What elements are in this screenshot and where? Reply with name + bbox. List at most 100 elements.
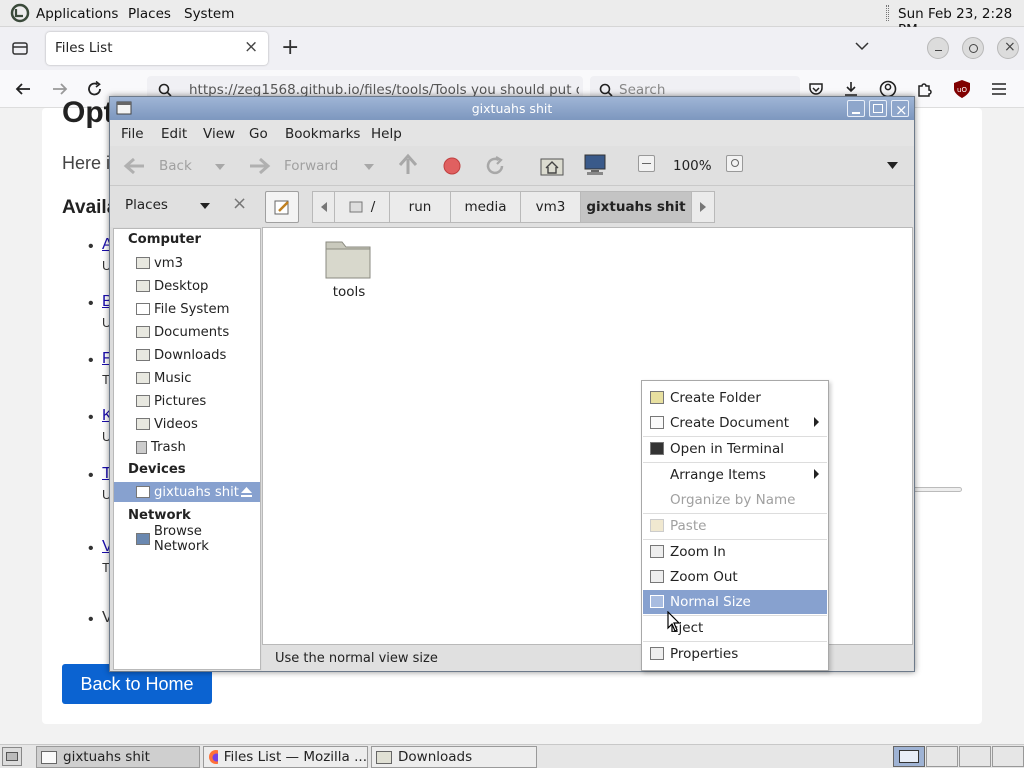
path-crumb-current[interactable]: gixtuahs shit [580,191,692,223]
menu-edit[interactable]: Edit [161,126,187,142]
task-file-manager[interactable]: gixtuahs shit [36,746,200,768]
hamburger-menu-icon[interactable] [991,82,1007,96]
pictures-folder-icon [136,395,150,407]
menu-file[interactable]: File [121,126,144,142]
places-menu[interactable]: Places [128,6,171,22]
up-arrow-icon[interactable] [397,153,419,177]
eject-icon[interactable] [241,487,252,497]
back-history-dropdown-icon[interactable] [215,164,225,170]
browser-tab[interactable]: Files List × [46,32,268,65]
menu-item-label: Create Folder [670,390,761,406]
path-left-arrow-icon [320,202,327,212]
task-firefox[interactable]: Files List — Mozilla ... [203,746,368,768]
zoom-in-button[interactable] [726,155,743,172]
computer-icon[interactable] [583,153,607,177]
sidebar-header-computer: Computer [128,232,202,247]
sidebar-item-device[interactable]: gixtuahs shit [114,482,260,502]
sidebar-item-trash[interactable]: Trash [136,437,260,457]
path-crumb-run[interactable]: run [389,191,451,223]
menu-item-zoom-out[interactable]: Zoom Out [643,565,827,589]
fm-maximize-button[interactable] [869,100,887,117]
sidebar-item-downloads[interactable]: Downloads [136,345,260,365]
sidebar-item-label: Trash [151,439,186,455]
sidebar-item-music[interactable]: Music [136,368,260,388]
back-arrow-icon[interactable] [14,81,32,97]
applications-menu[interactable]: Applications [36,6,118,22]
fm-minimize-button[interactable] [847,100,865,117]
new-tab-icon[interactable]: + [281,35,299,60]
mouse-pointer-icon [667,611,681,632]
close-window-button[interactable]: × [997,37,1019,59]
sidebar-item-file-system[interactable]: File System [136,299,260,319]
toolbar-overflow-icon[interactable] [887,162,898,169]
zoom-out-button[interactable] [638,155,655,172]
sidebar-item-vm3[interactable]: vm3 [136,253,260,273]
page-intro: Here i [62,153,111,173]
home-folder-icon[interactable] [540,154,564,176]
menu-item-label: Paste [670,518,707,534]
minimize-button[interactable] [927,37,949,59]
forward-history-dropdown-icon[interactable] [364,164,374,170]
tab-overview-icon[interactable] [11,40,29,56]
tab-list-chevron-icon[interactable] [855,41,869,51]
stop-icon[interactable] [442,156,462,176]
pocket-icon[interactable] [808,81,824,97]
list-bullet: • [88,409,94,426]
menu-item-properties[interactable]: Properties [643,642,827,666]
fm-back-button[interactable]: Back [159,158,192,174]
submenu-arrow-icon [814,469,819,479]
window-icon [41,750,57,764]
menu-item-organize-by-name[interactable]: Organize by Name [643,488,827,512]
window-titlebar[interactable]: gixtuahs shit × [110,97,914,120]
workspace-3[interactable] [959,746,991,767]
window-menu-icon[interactable] [116,101,132,115]
sidebar-item-videos[interactable]: Videos [136,414,260,434]
menu-help[interactable]: Help [371,126,402,142]
path-crumb-media[interactable]: media [450,191,521,223]
extensions-icon[interactable] [915,80,933,98]
task-downloads[interactable]: Downloads [371,746,537,768]
menu-go[interactable]: Go [249,126,268,142]
workspace-2[interactable] [926,746,958,767]
maximize-button[interactable] [962,37,984,59]
file-item-label: tools [332,284,366,300]
menu-item-open-in-terminal[interactable]: Open in Terminal [643,437,827,461]
sidebar-item-documents[interactable]: Documents [136,322,260,342]
menu-view[interactable]: View [203,126,235,142]
tab-close-icon[interactable]: × [244,37,258,57]
forward-arrow-icon[interactable] [51,81,69,97]
menu-item-zoom-in[interactable]: Zoom In [643,540,827,564]
menu-item-create-folder[interactable]: Create Folder [643,386,827,410]
menu-item-paste[interactable]: Paste [643,514,827,538]
sidebar-close-icon[interactable]: × [232,193,247,214]
status-text: Use the normal view size [275,651,438,666]
path-crumb-root[interactable]: / [334,191,390,223]
path-scroll-right[interactable] [691,191,715,223]
menu-item-arrange-items[interactable]: Arrange Items [643,463,827,487]
menu-item-label: Open in Terminal [670,441,784,457]
path-crumb-vm3[interactable]: vm3 [520,191,581,223]
path-scroll-left[interactable] [312,191,335,223]
distro-logo-icon[interactable] [10,3,30,23]
sidebar-item-pictures[interactable]: Pictures [136,391,260,411]
menu-bookmarks[interactable]: Bookmarks [285,126,360,142]
sidebar-selector[interactable]: Places [125,197,168,213]
places-sidebar: Computer vm3 Desktop File System Documen… [113,228,261,670]
sidebar-selector-dropdown-icon[interactable] [200,203,210,209]
fm-forward-button[interactable]: Forward [284,158,338,174]
system-menu[interactable]: System [184,6,234,22]
ublock-shield-icon[interactable]: uO [953,79,971,99]
menu-item-label: Arrange Items [670,467,766,483]
workspace-4[interactable] [992,746,1024,767]
path-bar: / run media vm3 gixtuahs shit [265,191,725,223]
file-item-tools[interactable]: tools [309,237,389,307]
show-desktop-button[interactable] [2,747,22,766]
page-progress-fragment [910,487,962,492]
panel-separator [886,5,889,21]
workspace-1[interactable] [893,746,925,767]
menu-item-create-document[interactable]: Create Document [643,411,827,435]
fm-close-button[interactable]: × [891,100,909,119]
sidebar-item-browse-network[interactable]: Browse Network [136,524,260,554]
sidebar-item-desktop[interactable]: Desktop [136,276,260,296]
reload-folder-icon[interactable] [484,155,506,177]
